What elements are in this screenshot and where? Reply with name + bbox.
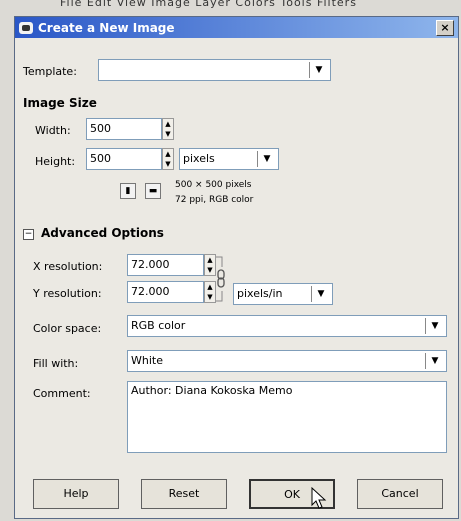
fill-with-label: Fill with:: [33, 357, 79, 370]
height-input[interactable]: 500: [86, 148, 162, 170]
fill-with-value: White: [131, 354, 163, 367]
close-button[interactable]: ×: [436, 20, 454, 36]
advanced-expander-icon[interactable]: −: [23, 229, 34, 240]
resolution-unit-value: pixels/in: [237, 287, 283, 300]
height-spinner[interactable]: ▲ ▼: [162, 148, 174, 170]
width-value: 500: [90, 122, 111, 135]
size-info-line2: 72 ppi, RGB color: [175, 195, 254, 205]
window-title: Create a New Image: [38, 20, 175, 35]
comment-textarea[interactable]: Author: Diana Kokoska Memo: [127, 381, 447, 453]
height-value: 500: [90, 152, 111, 165]
color-space-select[interactable]: RGB color ▼: [127, 315, 447, 337]
spin-down-icon[interactable]: ▼: [163, 159, 173, 169]
help-button-label: Help: [63, 487, 89, 500]
y-resolution-value: 72.000: [131, 285, 170, 298]
chain-link-icon[interactable]: [210, 253, 228, 305]
template-select[interactable]: ▼: [98, 59, 331, 81]
fill-with-select[interactable]: White ▼: [127, 350, 447, 372]
color-space-value: RGB color: [131, 319, 186, 332]
portrait-icon[interactable]: ▮: [120, 183, 136, 199]
chevron-down-icon[interactable]: ▼: [425, 353, 444, 369]
width-input[interactable]: 500: [86, 118, 162, 140]
create-new-image-dialog: Create a New Image × Template: ▼ Image S…: [14, 16, 459, 519]
chevron-down-icon[interactable]: ▼: [311, 286, 330, 302]
x-resolution-value: 72.000: [131, 258, 170, 271]
comment-label: Comment:: [33, 387, 91, 400]
size-info-line1: 500 × 500 pixels: [175, 180, 252, 190]
title-bar[interactable]: Create a New Image: [15, 17, 458, 38]
reset-button-label: Reset: [168, 487, 200, 500]
size-unit-select[interactable]: pixels ▼: [179, 148, 279, 170]
chevron-down-icon[interactable]: ▼: [257, 151, 276, 167]
resolution-unit-select[interactable]: pixels/in ▼: [233, 283, 333, 305]
y-resolution-input[interactable]: 72.000: [127, 281, 204, 303]
width-spinner[interactable]: ▲ ▼: [162, 118, 174, 140]
cancel-button[interactable]: Cancel: [357, 479, 443, 509]
x-resolution-input[interactable]: 72.000: [127, 254, 204, 276]
spin-up-icon[interactable]: ▲: [163, 149, 173, 159]
template-label-text: Template:: [23, 65, 77, 78]
background-menubar: File Edit View Image Layer Colors Tools …: [60, 0, 357, 9]
chevron-down-icon[interactable]: ▼: [309, 62, 328, 78]
width-label: Width:: [35, 124, 71, 137]
help-button[interactable]: Help: [33, 479, 119, 509]
reset-button[interactable]: Reset: [141, 479, 227, 509]
height-label: Height:: [35, 155, 76, 168]
size-unit-value: pixels: [183, 152, 215, 165]
x-resolution-label: X resolution:: [33, 260, 103, 273]
spin-up-icon[interactable]: ▲: [163, 119, 173, 129]
cancel-button-label: Cancel: [381, 487, 419, 500]
advanced-options-heading[interactable]: Advanced Options: [41, 226, 164, 240]
spin-down-icon[interactable]: ▼: [163, 129, 173, 139]
image-size-heading: Image Size: [23, 96, 97, 110]
ok-button-label: OK: [284, 488, 300, 501]
gimp-app-icon: [19, 21, 33, 34]
chevron-down-icon[interactable]: ▼: [425, 318, 444, 334]
y-resolution-label: Y resolution:: [33, 287, 102, 300]
mouse-cursor-icon: [311, 487, 327, 509]
template-label: Template:: [23, 65, 77, 78]
color-space-label: Color space:: [33, 322, 102, 335]
comment-value: Author: Diana Kokoska Memo: [131, 384, 293, 397]
landscape-icon[interactable]: ▬: [145, 183, 161, 199]
